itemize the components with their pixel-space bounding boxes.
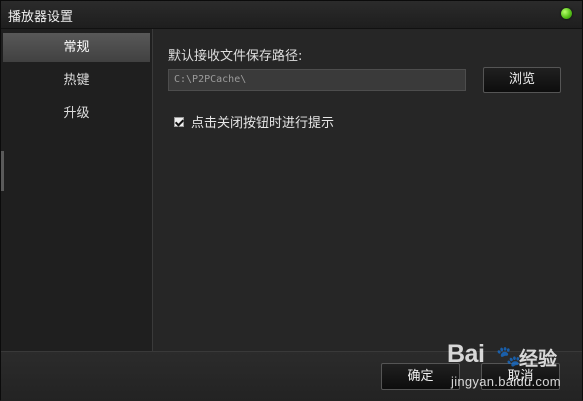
sidebar-item-label: 热键	[63, 73, 90, 88]
exit-prompt-option[interactable]: 点击关闭按钮时进行提示	[174, 112, 334, 131]
exit-prompt-checkbox[interactable]	[174, 116, 184, 127]
sidebar-item-label: 升级	[63, 106, 90, 121]
settings-sidebar: 常规 热键 升级	[1, 29, 153, 351]
ok-button[interactable]: 确定	[381, 363, 460, 390]
title-bar[interactable]: 播放器设置	[1, 1, 582, 29]
general-settings-panel: 默认接收文件保存路径: C:\P2PCache\ 浏览 点击关闭按钮时进行提示	[153, 29, 582, 351]
window-title: 播放器设置	[8, 10, 74, 25]
dialog-footer: 确定 取消	[1, 351, 582, 401]
save-path-label: 默认接收文件保存路径:	[168, 49, 303, 64]
exit-prompt-label: 点击关闭按钮时进行提示	[191, 116, 335, 131]
sidebar-item-label: 常规	[63, 40, 90, 55]
browse-button[interactable]: 浏览	[483, 67, 561, 93]
window-edge-handle	[1, 151, 4, 191]
save-path-field[interactable]: C:\P2PCache\	[168, 69, 466, 91]
sidebar-item-hotkeys[interactable]: 热键	[3, 66, 150, 95]
cancel-button[interactable]: 取消	[481, 363, 560, 390]
sidebar-item-general[interactable]: 常规	[3, 33, 150, 62]
status-indicator-icon	[561, 8, 572, 19]
settings-window: 播放器设置 常规 热键 升级 默认接收文件保存路径: C:\P2PCache\ …	[0, 0, 583, 401]
sidebar-item-upgrade[interactable]: 升级	[3, 99, 150, 128]
